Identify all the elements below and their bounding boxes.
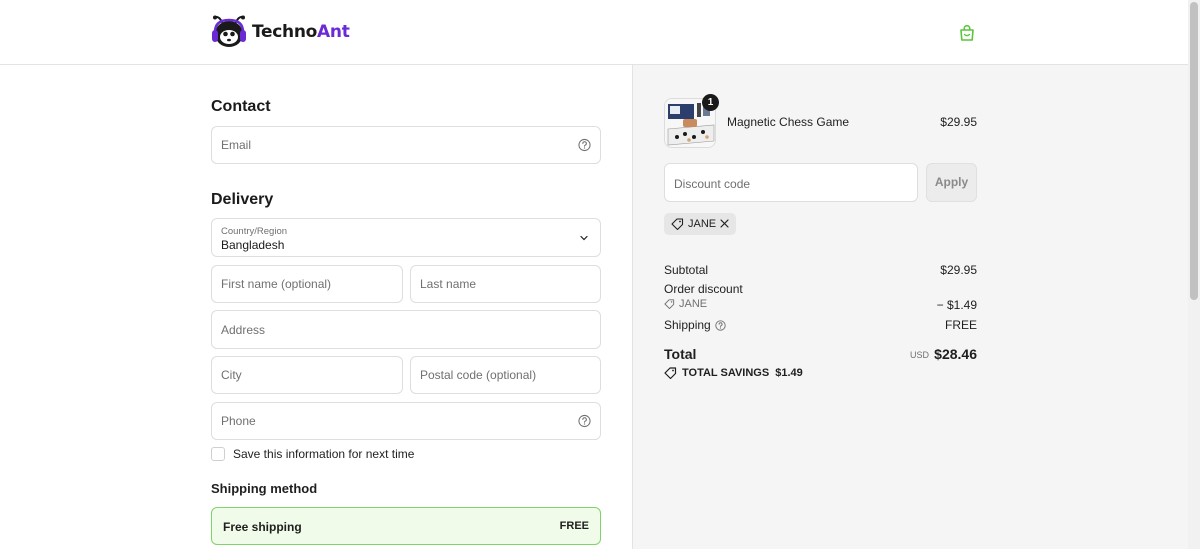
postal-code-field[interactable]: Postal code (optional) <box>410 356 601 394</box>
shipping-label: Shipping <box>664 318 711 332</box>
total-savings-row: TOTAL SAVINGS $1.49 <box>664 367 803 379</box>
discount-code-placeholder: Discount code <box>674 177 751 191</box>
address-placeholder: Address <box>221 322 266 337</box>
order-discount-label: Order discount <box>664 282 743 296</box>
total-savings-value: $1.49 <box>775 367 803 379</box>
email-placeholder: Email <box>221 138 252 152</box>
help-circle-icon[interactable] <box>578 414 591 428</box>
shipping-method-title: Shipping method <box>211 481 318 496</box>
shopping-bag-icon[interactable] <box>958 24 976 42</box>
save-info-checkbox[interactable] <box>211 447 225 461</box>
discount-code-input[interactable]: Discount code <box>664 163 918 202</box>
first-name-field[interactable]: First name (optional) <box>211 265 403 303</box>
order-discount-code: JANE <box>679 298 708 310</box>
phone-field[interactable]: Phone <box>211 402 601 440</box>
ant-mascot-icon <box>212 15 246 47</box>
country-value: Bangladesh <box>221 238 285 252</box>
email-field[interactable]: Email <box>211 126 601 164</box>
total-currency: USD <box>909 350 929 360</box>
order-discount-value: − $1.49 <box>936 298 977 312</box>
total-savings-label: TOTAL SAVINGS <box>682 367 770 379</box>
quantity-badge: 1 <box>702 94 719 111</box>
checkout-header: TechnoAnt <box>0 0 1188 65</box>
shipping-option-free[interactable]: Free shipping FREE <box>211 507 601 545</box>
subtotal-value: $29.95 <box>940 263 977 277</box>
address-field[interactable]: Address <box>211 310 601 349</box>
brand-name: TechnoAnt <box>252 22 350 42</box>
brand-logo[interactable]: TechnoAnt <box>211 15 350 49</box>
city-field[interactable]: City <box>211 356 403 394</box>
product-name: Magnetic Chess Game <box>727 115 850 129</box>
tag-icon <box>671 218 684 230</box>
total-value: $28.46 <box>934 346 977 362</box>
tag-icon <box>664 299 675 309</box>
help-circle-icon[interactable] <box>715 319 726 331</box>
chevron-down-icon <box>580 235 588 241</box>
shipping-value: FREE <box>944 318 977 332</box>
total-label: Total <box>664 346 697 362</box>
country-label: Country/Region <box>221 226 288 237</box>
postal-code-placeholder: Postal code (optional) <box>420 368 537 382</box>
product-price: $29.95 <box>940 115 977 129</box>
close-icon[interactable] <box>719 218 730 229</box>
shipping-option-price: FREE <box>559 520 589 532</box>
order-discount-code-row: JANE <box>664 298 707 310</box>
help-circle-icon[interactable] <box>578 138 591 152</box>
save-info-row[interactable]: Save this information for next time <box>211 447 414 461</box>
applied-discount-code: JANE <box>688 218 717 230</box>
first-name-placeholder: First name (optional) <box>221 277 332 291</box>
scrollbar-thumb[interactable] <box>1190 2 1198 300</box>
apply-discount-button[interactable]: Apply <box>926 163 977 202</box>
delivery-title: Delivery <box>211 191 274 208</box>
last-name-field[interactable]: Last name <box>410 265 601 303</box>
contact-title: Contact <box>211 98 271 115</box>
page-scrollbar[interactable] <box>1188 0 1200 549</box>
phone-placeholder: Phone <box>221 414 256 428</box>
shipping-label-row: Shipping <box>664 318 726 332</box>
last-name-placeholder: Last name <box>420 277 477 291</box>
save-info-label: Save this information for next time <box>233 447 415 461</box>
city-placeholder: City <box>221 368 242 382</box>
tag-icon <box>664 367 677 379</box>
subtotal-label: Subtotal <box>664 263 709 277</box>
applied-discount-chip: JANE <box>664 213 736 235</box>
shipping-option-name: Free shipping <box>223 520 302 534</box>
country-select[interactable]: Country/Region Bangladesh <box>211 218 601 257</box>
